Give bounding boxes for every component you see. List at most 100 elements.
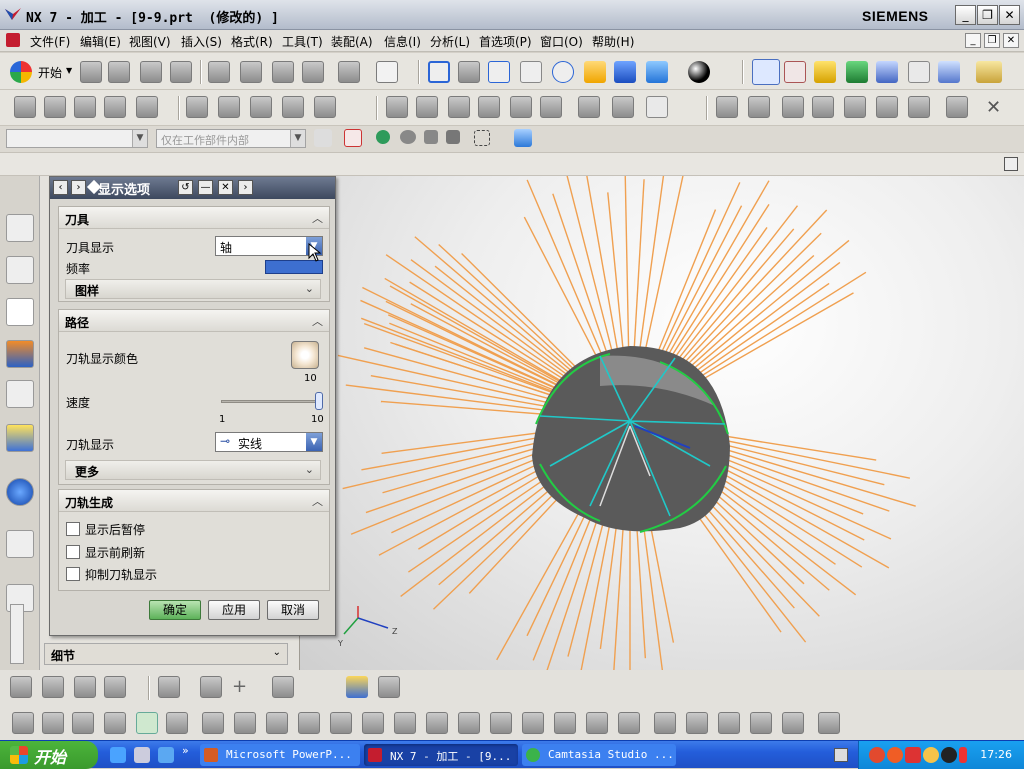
menu-view[interactable]: 视图(V): [129, 33, 171, 50]
info-icon[interactable]: [6, 478, 34, 506]
selection-filter-icon[interactable]: [314, 129, 332, 147]
mdi-minimize-button[interactable]: _: [965, 33, 981, 48]
slot-icon[interactable]: [618, 712, 640, 734]
rectangle-select-icon[interactable]: [474, 130, 490, 146]
taskbar-task-camtasia[interactable]: Camtasia Studio ...: [522, 744, 676, 766]
rib-icon[interactable]: [522, 712, 544, 734]
shell-icon[interactable]: [72, 712, 94, 734]
tray-app-icon-5[interactable]: [941, 747, 957, 763]
property-icon[interactable]: [946, 96, 968, 118]
split-icon[interactable]: [362, 712, 384, 734]
feature-icon[interactable]: [716, 96, 738, 118]
sphere-icon[interactable]: [750, 712, 772, 734]
menu-help[interactable]: 帮助(H): [592, 33, 634, 50]
dialog-close-button[interactable]: ✕: [218, 180, 233, 195]
tray-app-icon-4[interactable]: [923, 747, 939, 763]
resource-scrollbar[interactable]: [10, 604, 24, 664]
list-path-icon[interactable]: [448, 96, 470, 118]
open-file-icon[interactable]: [108, 61, 130, 83]
pattern-subgroup[interactable]: 图样 ⌄: [65, 279, 321, 299]
draft-icon[interactable]: [490, 712, 512, 734]
simulate-icon[interactable]: [510, 96, 532, 118]
block-icon[interactable]: [654, 712, 676, 734]
history-icon[interactable]: [6, 424, 34, 452]
speed-slider-thumb[interactable]: [315, 392, 323, 410]
menu-format[interactable]: 格式(R): [231, 33, 273, 50]
menu-analysis[interactable]: 分析(L): [430, 33, 470, 50]
shaded-view-icon[interactable]: [646, 61, 668, 83]
assembly-navigator-icon[interactable]: [6, 214, 34, 242]
post-icon[interactable]: [540, 96, 562, 118]
cylinder-icon[interactable]: [686, 712, 708, 734]
assign-icon[interactable]: [908, 96, 930, 118]
cut-object-icon[interactable]: [218, 96, 240, 118]
render-style-icon[interactable]: [688, 61, 710, 83]
dialog-collapse-button[interactable]: —: [198, 180, 213, 195]
create-program-icon[interactable]: [14, 96, 36, 118]
intersect-icon[interactable]: [266, 712, 288, 734]
select-body-icon[interactable]: [514, 129, 532, 147]
spline-icon[interactable]: [104, 676, 126, 698]
menu-window[interactable]: 窗口(O): [540, 33, 583, 50]
restore-button[interactable]: ❐: [977, 5, 998, 25]
thicken-icon[interactable]: [426, 712, 448, 734]
verify-path-icon[interactable]: [876, 61, 898, 83]
save-icon[interactable]: [140, 61, 162, 83]
taskbar-task-nx[interactable]: NX 7 - 加工 - [9...: [364, 744, 518, 766]
link-icon[interactable]: [200, 676, 222, 698]
shop-docs-icon[interactable]: [612, 96, 634, 118]
pause-after-display-checkbox[interactable]: [66, 522, 80, 536]
rotate-icon[interactable]: [552, 61, 574, 83]
menu-edit[interactable]: 编辑(E): [80, 33, 121, 50]
graphics-viewport[interactable]: Z Y: [300, 147, 1024, 692]
output-cls-icon[interactable]: [578, 96, 600, 118]
blank-icon[interactable]: [748, 96, 770, 118]
keyboard-icon[interactable]: [834, 748, 848, 762]
group-icon[interactable]: [876, 96, 898, 118]
roles-icon[interactable]: [6, 530, 34, 558]
menu-info[interactable]: 信息(I): [384, 33, 421, 50]
extrude-icon[interactable]: [158, 676, 180, 698]
wcs-icon[interactable]: [752, 59, 780, 85]
create-tool-icon[interactable]: [44, 96, 66, 118]
boss-icon[interactable]: [554, 712, 576, 734]
menu-preferences[interactable]: 首选项(P): [479, 33, 532, 50]
datum-icon[interactable]: [272, 676, 294, 698]
edit-object-icon[interactable]: [186, 96, 208, 118]
taskbar-task-powerpoint[interactable]: Microsoft PowerP...: [200, 744, 360, 766]
verify-icon[interactable]: [478, 96, 500, 118]
generate-path-icon[interactable]: [814, 61, 836, 83]
create-method-icon[interactable]: [104, 96, 126, 118]
arc-icon[interactable]: [74, 676, 96, 698]
dialog-expand-button[interactable]: ›: [238, 180, 253, 195]
copy-object-icon[interactable]: [250, 96, 272, 118]
hole-icon[interactable]: [104, 712, 126, 734]
path-generation-header[interactable]: 刀轨生成 ︿: [59, 490, 329, 512]
snap-quad-icon[interactable]: [446, 130, 460, 144]
generate-icon[interactable]: [386, 96, 408, 118]
command-finder-icon[interactable]: [376, 61, 398, 83]
new-file-icon[interactable]: [80, 61, 102, 83]
unite-icon[interactable]: [202, 712, 224, 734]
cone-icon[interactable]: [718, 712, 740, 734]
cancel-button[interactable]: 取消: [267, 600, 319, 620]
media-quicklaunch-icon[interactable]: [158, 747, 174, 763]
quicklaunch-overflow-icon[interactable]: »: [182, 744, 189, 757]
mdi-close-button[interactable]: ✕: [1003, 33, 1019, 48]
sew-icon[interactable]: [394, 712, 416, 734]
start-label[interactable]: 开始: [38, 64, 62, 81]
zoom-icon[interactable]: [488, 61, 510, 83]
pan-icon[interactable]: [584, 61, 606, 83]
speed-slider-track[interactable]: [221, 400, 317, 403]
menu-file[interactable]: 文件(F): [30, 33, 70, 50]
scale-icon[interactable]: [330, 712, 352, 734]
delete-icon[interactable]: [302, 61, 324, 83]
start-dropdown-icon[interactable]: ▼: [66, 66, 72, 75]
subtract-icon[interactable]: [234, 712, 256, 734]
paste-object-icon[interactable]: [282, 96, 304, 118]
pocket-icon[interactable]: [586, 712, 608, 734]
paste-icon[interactable]: [272, 61, 294, 83]
operation-navigator-tab-icon[interactable]: [6, 298, 34, 326]
windows-start-button[interactable]: 开始: [0, 741, 98, 769]
postprocess-icon[interactable]: [938, 61, 960, 83]
